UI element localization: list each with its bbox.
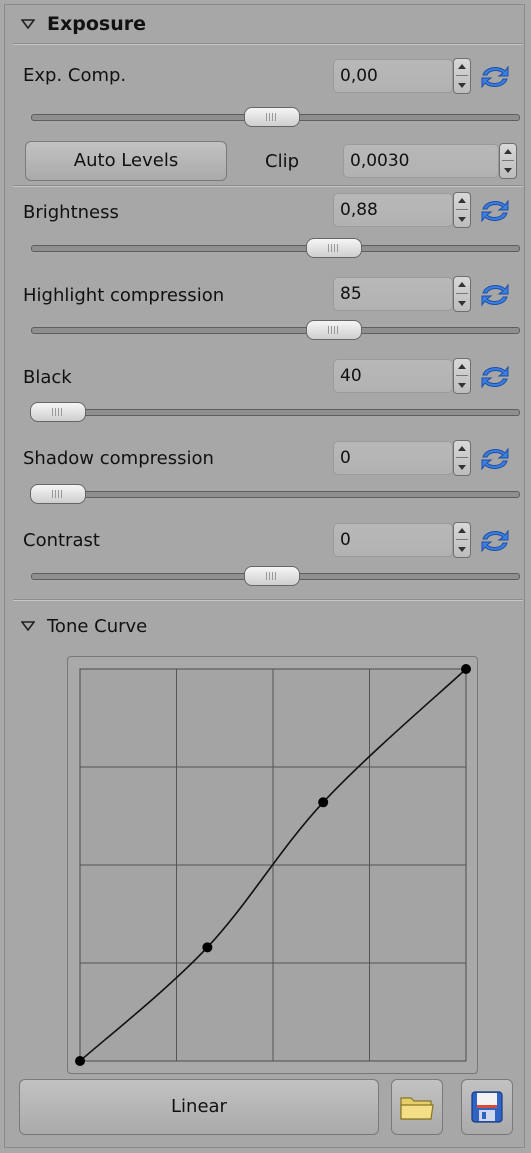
curve-control-point[interactable] [75,1056,85,1066]
brightness-label: Brightness [23,202,119,223]
contrast-input[interactable]: 0 [333,523,453,557]
collapse-triangle-icon [21,621,35,631]
shadow-compression-slider-thumb[interactable] [30,484,86,504]
save-curve-button[interactable] [461,1079,513,1135]
black-label: Black [23,367,72,388]
contrast-label: Contrast [23,530,100,551]
save-disk-icon [471,1091,503,1123]
open-curve-button[interactable] [391,1079,443,1135]
shadow-compression-label: Shadow compression [23,448,214,469]
divider [13,599,523,601]
divider [13,185,523,187]
brightness-slider-track[interactable] [31,245,520,252]
brightness-slider-thumb[interactable] [306,238,362,258]
curve-control-point[interactable] [461,664,471,674]
exp-comp-spinner[interactable] [453,58,471,94]
clip-label: Clip [265,151,299,172]
curve-control-point[interactable] [202,942,213,953]
highlight-compression-reset-icon[interactable] [479,281,511,309]
black-spinner[interactable] [453,358,471,394]
tone-curve-header[interactable]: Tone Curve [5,611,147,641]
highlight-compression-slider-thumb[interactable] [306,320,362,340]
highlight-compression-input[interactable]: 85 [333,277,453,311]
shadow-compression-slider-track[interactable] [31,491,520,498]
black-reset-icon[interactable] [479,363,511,391]
contrast-slider-thumb[interactable] [244,566,300,586]
shadow-compression-reset-icon[interactable] [479,445,511,473]
curve-control-point[interactable] [318,797,329,808]
exp-comp-input[interactable]: 0,00 [333,59,453,93]
highlight-compression-label: Highlight compression [23,285,225,306]
black-slider-track[interactable] [31,409,520,416]
exp-comp-slider-thumb[interactable] [244,107,300,127]
brightness-input[interactable]: 0,88 [333,193,453,227]
black-slider-thumb[interactable] [30,402,86,422]
folder-icon [400,1097,434,1120]
shadow-compression-spinner[interactable] [453,440,471,476]
shadow-compression-input[interactable]: 0 [333,441,453,475]
contrast-spinner[interactable] [453,522,471,558]
exposure-title: Exposure [47,13,146,35]
tone-curve-title: Tone Curve [47,615,148,637]
exp-comp-label: Exp. Comp. [23,65,127,86]
brightness-reset-icon[interactable] [479,197,511,225]
black-input[interactable]: 40 [333,359,453,393]
tone-curve-canvas[interactable] [68,657,477,1073]
collapse-triangle-icon [21,19,35,29]
brightness-spinner[interactable] [453,192,471,228]
clip-input[interactable]: 0,0030 [343,144,499,178]
tone-curve-editor[interactable] [67,656,478,1074]
highlight-compression-spinner[interactable] [453,276,471,312]
clip-spinner[interactable] [499,143,517,179]
linear-button[interactable]: Linear [19,1079,379,1135]
contrast-reset-icon[interactable] [479,527,511,555]
auto-levels-button[interactable]: Auto Levels [25,141,227,181]
divider [13,43,523,45]
exposure-panel: Exposure Exp. Comp. 0,00 Auto Levels Cli… [4,4,525,1148]
exposure-header[interactable]: Exposure [5,5,524,43]
highlight-compression-slider-track[interactable] [31,327,520,334]
exp-comp-reset-icon[interactable] [479,63,511,91]
